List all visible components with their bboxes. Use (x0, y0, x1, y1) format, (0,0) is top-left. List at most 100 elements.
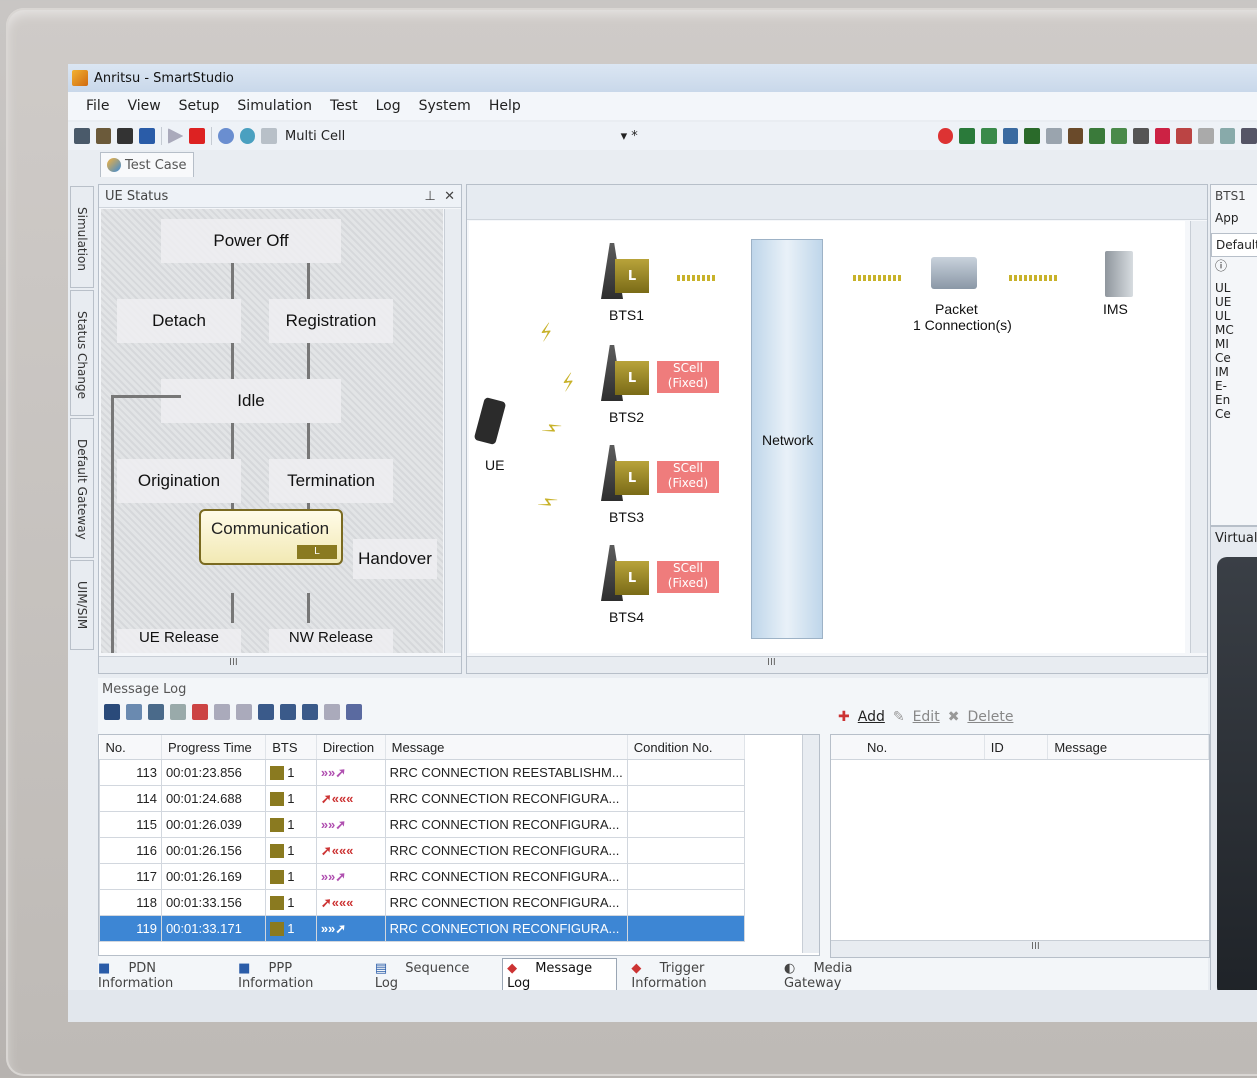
handover-icon[interactable] (1176, 128, 1192, 144)
marker-icon[interactable] (324, 704, 340, 720)
menu-file[interactable]: File (86, 98, 109, 114)
number-icon[interactable] (1132, 128, 1149, 144)
wave-icon[interactable] (1002, 128, 1019, 144)
tab-sequence-log[interactable]: ▤ Sequence Log (375, 961, 488, 991)
property-item[interactable]: Ce (1211, 407, 1257, 421)
state-ue-release[interactable]: UE Release (117, 629, 241, 653)
error-icon[interactable] (937, 128, 954, 144)
default-select[interactable]: Default (1211, 233, 1257, 257)
filter-icon[interactable] (1241, 128, 1257, 144)
property-item[interactable]: En (1211, 393, 1257, 407)
state-termination[interactable]: Termination (269, 459, 393, 503)
calc2-icon[interactable] (1111, 128, 1127, 144)
ims-server-icon[interactable] (1105, 251, 1133, 297)
state-nw-release[interactable]: NW Release (269, 629, 393, 653)
state-handover[interactable]: Handover (353, 539, 437, 579)
table-row[interactable]: 114 00:01:24.688 1 ➚««« RRC CONNECTION RECON… (99, 785, 746, 812)
message-log-vscroll[interactable] (802, 735, 819, 953)
shield-icon[interactable] (1067, 128, 1084, 144)
play-icon[interactable] (167, 128, 184, 144)
col-id[interactable]: ID (984, 735, 1049, 760)
network-hscroll[interactable]: III (467, 656, 1207, 673)
calc-icon[interactable] (1089, 128, 1106, 144)
col-no[interactable]: No. (99, 735, 162, 760)
report-icon[interactable] (1046, 128, 1062, 144)
save-icon[interactable] (104, 704, 120, 720)
column2-icon[interactable] (280, 704, 296, 720)
col-message[interactable]: Message (385, 735, 628, 760)
monitor-icon[interactable] (74, 128, 90, 144)
side-tab-simulation[interactable]: Simulation (70, 186, 94, 288)
property-item[interactable]: UE (1211, 295, 1257, 309)
network-vscroll[interactable] (1190, 221, 1207, 653)
state-origination[interactable]: Origination (117, 459, 241, 503)
menu-test[interactable]: Test (330, 98, 358, 114)
table-row[interactable]: 117 00:01:26.169 1 »»➚ RRC CONNECTION RECONF… (99, 863, 746, 890)
virtual-device-screen[interactable] (1217, 557, 1257, 997)
ue-status-hscroll[interactable]: III (99, 656, 461, 673)
menu-help[interactable]: Help (489, 98, 521, 114)
stop-icon[interactable] (189, 128, 206, 144)
tab-ppp-information[interactable]: ■ PPP Information (238, 961, 361, 991)
menu-view[interactable]: View (127, 98, 160, 114)
col-message[interactable]: Message (1047, 735, 1209, 760)
col-progress-time[interactable]: Progress Time (161, 735, 267, 760)
column3-icon[interactable] (302, 704, 318, 720)
property-item[interactable]: UL (1211, 309, 1257, 323)
search-icon[interactable] (148, 704, 164, 720)
close-icon[interactable]: ✕ (444, 189, 455, 204)
marker2-icon[interactable] (346, 704, 362, 720)
state-idle[interactable]: Idle (161, 379, 341, 423)
tab-message-log[interactable]: ◆ Message Log (502, 958, 618, 994)
window-icon[interactable] (1154, 128, 1171, 144)
grid-icon[interactable] (959, 128, 976, 144)
table-row[interactable]: 115 00:01:26.039 1 »»➚ RRC CONNECTION RECONF… (99, 811, 746, 838)
col-no[interactable]: No. (831, 735, 985, 760)
print-icon[interactable] (170, 704, 186, 720)
export-icon[interactable] (126, 704, 142, 720)
table-row[interactable]: 113 00:01:23.856 1 »»➚ RRC CONNECTION REESTA… (99, 759, 746, 786)
side-tab-uim-sim[interactable]: UIM/SIM (70, 560, 94, 650)
col-condition-no[interactable]: Condition No. (627, 735, 746, 760)
col-bts[interactable]: BTS (265, 735, 317, 760)
packet-laptop-icon[interactable] (931, 257, 977, 289)
filter-icon[interactable] (192, 704, 208, 720)
edit-button[interactable]: Edit (913, 709, 940, 725)
table-icon[interactable] (1024, 128, 1041, 144)
save-icon[interactable] (1219, 128, 1236, 144)
cell-config-icon[interactable] (218, 128, 234, 144)
menu-setup[interactable]: Setup (179, 98, 220, 114)
tab-test-case[interactable]: Test Case (100, 152, 194, 177)
filter-clear-icon[interactable] (214, 704, 230, 720)
ue-status-vscroll[interactable] (444, 209, 461, 653)
property-item[interactable]: UL (1211, 281, 1257, 295)
graph-icon[interactable] (981, 128, 997, 144)
ue-phone-icon[interactable] (473, 396, 507, 446)
tab-pdn-information[interactable]: ■ PDN Information (98, 961, 224, 991)
pin-icon[interactable]: ⊥ (425, 189, 436, 204)
property-item[interactable]: MC (1211, 323, 1257, 337)
property-item[interactable]: MI (1211, 337, 1257, 351)
cell-mode-select[interactable]: Multi Cell ▾ * (285, 129, 638, 144)
menu-simulation[interactable]: Simulation (237, 98, 312, 114)
table-row[interactable]: 116 00:01:26.156 1 ➚««« RRC CONNECTION RECON… (99, 837, 746, 864)
network-core[interactable]: Network (751, 239, 823, 639)
trigger-hscroll[interactable]: III (831, 940, 1209, 957)
info-icon[interactable]: ⓘ (1211, 257, 1257, 281)
column-icon[interactable] (258, 704, 274, 720)
property-item[interactable]: Ce (1211, 351, 1257, 365)
tower-icon[interactable] (95, 128, 112, 144)
phone-icon[interactable] (117, 128, 134, 144)
sim-icon[interactable] (139, 128, 155, 144)
side-tab-status-change[interactable]: Status Change (70, 290, 94, 416)
state-detach[interactable]: Detach (117, 299, 241, 343)
state-power-off[interactable]: Power Off (161, 219, 341, 263)
property-item[interactable]: E- (1211, 379, 1257, 393)
state-communication[interactable]: Communication L (199, 509, 343, 565)
delete-button[interactable]: Delete (967, 709, 1013, 725)
table-row[interactable]: 118 00:01:33.156 1 ➚««« RRC CONNECTION RECON… (99, 889, 746, 916)
menu-system[interactable]: System (419, 98, 471, 114)
table-row[interactable]: 119 00:01:33.171 1 »»➚ RRC CONNECTION RECONF… (99, 915, 746, 942)
side-tab-default-gateway[interactable]: Default Gateway (70, 418, 94, 558)
state-registration[interactable]: Registration (269, 299, 393, 343)
